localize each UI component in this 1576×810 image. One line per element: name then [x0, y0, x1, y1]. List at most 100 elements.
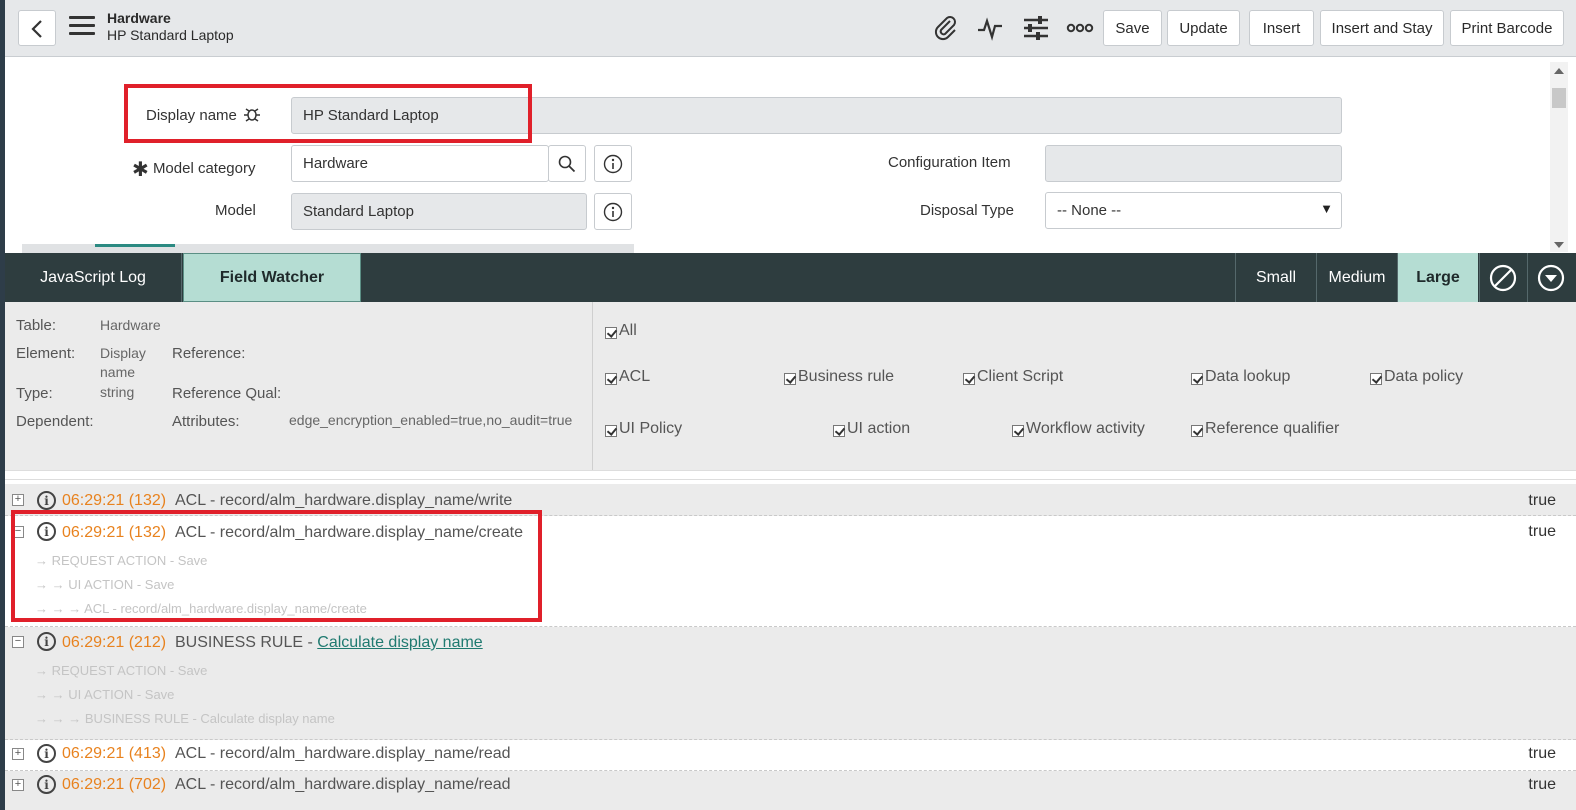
trace-line: → → → BUSINESS RULE - Calculate display …	[35, 711, 335, 726]
scroll-up-icon[interactable]	[1554, 68, 1564, 74]
business-rule-link[interactable]: Calculate display name	[317, 634, 482, 651]
dependent-label: Dependent:	[16, 413, 94, 430]
required-icon: ✱	[132, 159, 149, 181]
paperclip-icon[interactable]	[931, 13, 961, 43]
dropdown-arrow-icon: ▼	[1320, 201, 1333, 216]
disposal-type-label: Disposal Type	[920, 202, 1014, 219]
configuration-item-label: Configuration Item	[888, 154, 1011, 171]
save-button[interactable]: Save	[1103, 10, 1162, 46]
filter-acl-checkbox[interactable]: ACL	[605, 368, 650, 386]
highlight-box-display-name	[124, 84, 532, 143]
log-time: 06:29:21 (132)	[62, 492, 167, 509]
expand-icon[interactable]: +	[12, 779, 24, 791]
log-result: true	[1528, 492, 1556, 509]
log-result: true	[1528, 523, 1556, 540]
log-time: 06:29:21 (413)	[62, 745, 167, 762]
block-icon	[1489, 264, 1517, 291]
info-icon: i	[37, 491, 56, 510]
filter-client-script-checkbox[interactable]: Client Script	[963, 368, 1063, 386]
model-field[interactable]: Standard Laptop	[291, 193, 587, 230]
model-category-info-button[interactable]	[594, 145, 632, 182]
print-barcode-button[interactable]: Print Barcode	[1450, 10, 1564, 46]
checkbox-checked-icon	[605, 373, 617, 385]
checkbox-checked-icon	[605, 425, 617, 437]
active-tab-indicator	[95, 244, 175, 247]
log-entry[interactable]: + i 06:29:21 (413) ACL - record/alm_hard…	[5, 740, 1576, 771]
table-value: Hardware	[100, 317, 161, 333]
log-entry[interactable]: − i 06:29:21 (212) BUSINESS RULE - Calcu…	[5, 627, 1576, 740]
checkbox-checked-icon	[963, 373, 975, 385]
filter-data-policy-checkbox[interactable]: Data policy	[1370, 368, 1463, 386]
chevron-left-icon	[31, 20, 42, 38]
search-icon	[558, 155, 576, 172]
configuration-item-field[interactable]	[1045, 145, 1342, 182]
expand-icon[interactable]: +	[12, 494, 24, 506]
form-scrollbar[interactable]	[1550, 62, 1568, 252]
checkbox-checked-icon	[784, 373, 796, 385]
collapse-icon[interactable]: −	[12, 636, 24, 648]
sliders-icon[interactable]	[1021, 13, 1051, 43]
filter-workflow-activity-checkbox[interactable]: Workflow activity	[1012, 420, 1145, 438]
circle-chevron-down-icon	[1537, 264, 1565, 291]
element-label: Element:	[16, 345, 76, 362]
checkbox-checked-icon	[605, 327, 617, 339]
disposal-type-select[interactable]: -- None -- ▼	[1045, 192, 1342, 229]
trace-line: → → UI ACTION - Save	[35, 687, 175, 702]
log-entry[interactable]: + i 06:29:21 (702) ACL - record/alm_hard…	[5, 771, 1576, 810]
type-label: Type:	[16, 385, 53, 402]
info-icon: i	[37, 632, 56, 651]
info-icon	[603, 202, 623, 221]
model-info-button[interactable]	[594, 193, 632, 230]
reference-label: Reference:	[172, 345, 246, 362]
size-small-button[interactable]: Small	[1235, 253, 1316, 302]
filter-reference-qualifier-checkbox[interactable]: Reference qualifier	[1191, 420, 1339, 438]
disposal-type-value: -- None --	[1057, 202, 1122, 219]
log-text: ACL - record/alm_hardware.display_name/r…	[175, 745, 511, 762]
type-value: string	[100, 384, 135, 400]
filter-all-checkbox[interactable]: All	[605, 322, 637, 340]
attributes-value: edge_encryption_enabled=true,no_audit=tr…	[289, 412, 573, 428]
activity-icon[interactable]	[975, 13, 1005, 43]
expand-icon[interactable]: +	[12, 748, 24, 760]
more-icon[interactable]	[1065, 13, 1095, 43]
tab-field-watcher[interactable]: Field Watcher	[183, 253, 361, 302]
filter-data-lookup-checkbox[interactable]: Data lookup	[1191, 368, 1290, 386]
trace-line: → REQUEST ACTION - Save	[35, 663, 208, 678]
debug-toolbar: JavaScript Log Field Watcher Small Mediu…	[5, 253, 1576, 302]
form-tab-strip[interactable]	[22, 244, 634, 253]
model-category-label: ✱ Model category	[132, 159, 256, 181]
log-time: 06:29:21 (702)	[62, 776, 167, 793]
log-result: true	[1528, 745, 1556, 762]
scroll-down-icon[interactable]	[1554, 242, 1564, 248]
form-header: Hardware HP Standard Laptop Save Update …	[5, 0, 1576, 57]
insert-and-stay-button[interactable]: Insert and Stay	[1320, 10, 1444, 46]
checkbox-checked-icon	[1191, 373, 1203, 385]
tab-javascript-log[interactable]: JavaScript Log	[5, 253, 182, 302]
panel-separator	[5, 470, 1576, 484]
model-category-field[interactable]: Hardware	[291, 145, 549, 182]
filter-business-rule-checkbox[interactable]: Business rule	[784, 368, 894, 386]
page-title: Hardware	[107, 10, 171, 26]
info-icon	[603, 154, 623, 173]
model-category-search-button[interactable]	[548, 145, 586, 182]
update-button[interactable]: Update	[1167, 10, 1240, 46]
checkbox-checked-icon	[833, 425, 845, 437]
scroll-thumb[interactable]	[1552, 88, 1566, 108]
size-large-button[interactable]: Large	[1397, 253, 1478, 302]
filter-ui-action-checkbox[interactable]: UI action	[833, 420, 910, 438]
insert-button[interactable]: Insert	[1249, 10, 1314, 46]
info-icon: i	[37, 744, 56, 763]
clear-log-button[interactable]	[1479, 253, 1526, 302]
filter-ui-policy-checkbox[interactable]: UI Policy	[605, 420, 682, 438]
attributes-label: Attributes:	[172, 413, 240, 430]
log-text: ACL - record/alm_hardware.display_name/r…	[175, 776, 511, 793]
hamburger-menu-icon[interactable]	[69, 16, 95, 38]
model-label: Model	[215, 202, 256, 219]
info-icon: i	[37, 775, 56, 794]
collapse-panel-button[interactable]	[1527, 253, 1574, 302]
page-subtitle: HP Standard Laptop	[107, 27, 234, 43]
back-button[interactable]	[18, 10, 56, 46]
log-text: ACL - record/alm_hardware.display_name/w…	[175, 492, 513, 509]
size-medium-button[interactable]: Medium	[1316, 253, 1397, 302]
highlight-box-create-acl	[11, 510, 542, 622]
